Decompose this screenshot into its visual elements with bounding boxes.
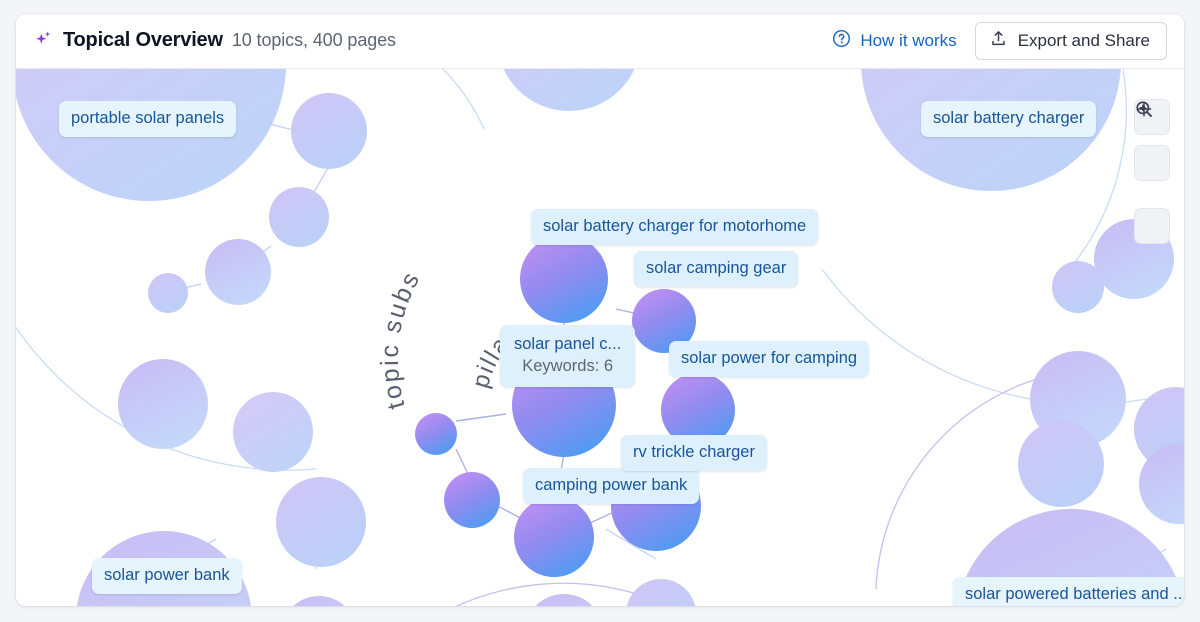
topic-node-unlabeled-left-lower <box>444 472 500 528</box>
recenter-button[interactable] <box>1134 101 1170 244</box>
export-and-share-button[interactable]: Export and Share <box>974 22 1167 60</box>
pillar-label-keywords: Keywords: 6 <box>522 357 614 376</box>
topic-node-solar-battery-charger-for-motorhome <box>520 235 608 323</box>
node-label-camping-power-bank[interactable]: camping power bank <box>523 468 700 504</box>
page-title: Topical Overview <box>63 28 223 51</box>
header-title-group: Topical Overview 10 topics, 400 pages <box>34 29 396 54</box>
node-label-solar-camping-gear[interactable]: solar camping gear <box>634 251 799 287</box>
topic-node-unlabeled-left-upper <box>415 413 457 455</box>
node-label-solar-battery-charger-for-motorhome[interactable]: solar battery charger for motorhome <box>531 209 819 245</box>
canvas-controls <box>1134 99 1170 244</box>
header-actions: How it works Export and Share <box>832 22 1167 60</box>
pillar-label-title: solar panel c... <box>514 335 622 353</box>
topic-graph-canvas[interactable]: topic subs pillar portable solar panels … <box>16 69 1184 606</box>
sparkle-icon <box>34 29 54 54</box>
annotation-topic-subs: topic subs <box>376 266 426 412</box>
how-it-works-label: How it works <box>860 31 957 50</box>
export-and-share-label: Export and Share <box>1017 31 1150 50</box>
page-subtitle: 10 topics, 400 pages <box>231 29 396 50</box>
card-header: Topical Overview 10 topics, 400 pages Ho… <box>16 14 1184 69</box>
node-label-solar-battery-charger[interactable]: solar battery charger <box>921 101 1097 137</box>
node-label-rv-trickle-charger[interactable]: rv trickle charger <box>621 435 767 471</box>
question-circle-icon <box>832 29 851 53</box>
how-it-works-link[interactable]: How it works <box>832 29 957 53</box>
node-label-solar-power-bank[interactable]: solar power bank <box>92 558 242 594</box>
topical-overview-card: Topical Overview 10 topics, 400 pages Ho… <box>16 14 1184 606</box>
upload-icon <box>989 29 1008 53</box>
node-label-solar-power-for-camping[interactable]: solar power for camping <box>669 341 870 377</box>
node-label-solar-powered-batteries[interactable]: solar powered batteries and ... <box>953 577 1184 606</box>
node-label-portable-solar-panels[interactable]: portable solar panels <box>59 101 237 137</box>
node-label-pillar-solar-panel-c[interactable]: solar panel c... Keywords: 6 <box>500 325 636 387</box>
topic-node-camping-power-bank <box>514 497 594 577</box>
zoom-out-button[interactable] <box>1134 101 1170 181</box>
